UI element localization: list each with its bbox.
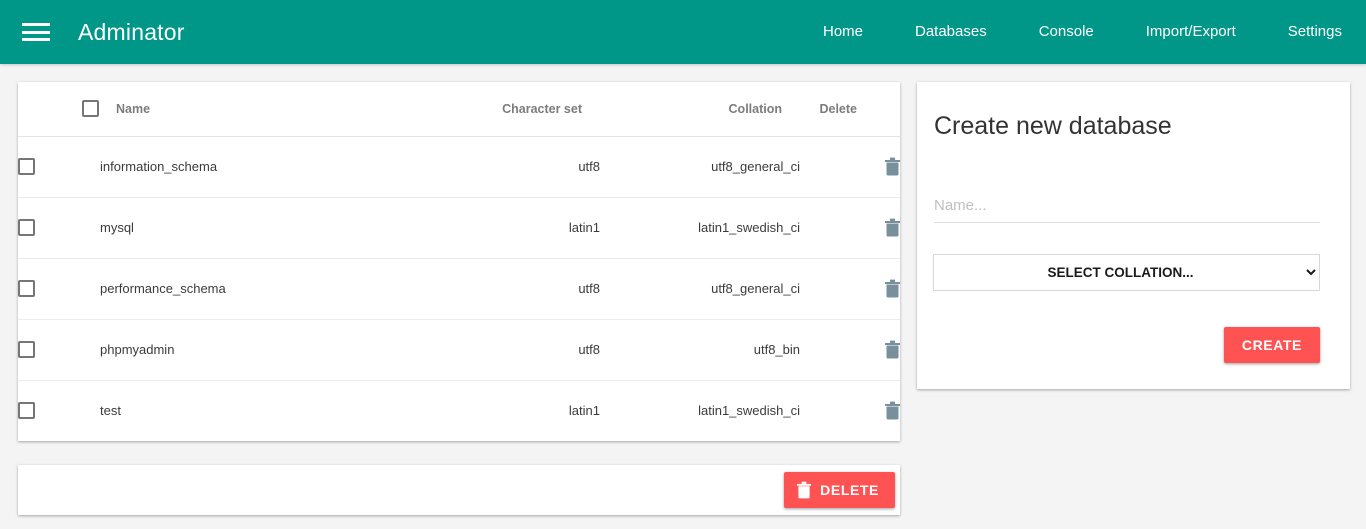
cell-collation: utf8_general_ci [600,136,800,198]
hamburger-bar [22,30,50,34]
cell-database-name: phpmyadmin [100,319,400,381]
cell-delete [800,380,900,441]
column-header-charset: Character set [400,82,600,137]
row-select-cell [18,380,100,441]
row-checkbox[interactable] [18,341,35,359]
row-checkbox[interactable] [18,402,35,420]
table-header-row: Name Character set Collation Delete [18,82,900,137]
hamburger-menu-icon[interactable] [22,21,50,43]
cell-delete [800,258,900,320]
cell-charset: utf8 [400,258,600,320]
nav-item-import-export[interactable]: Import/Export [1120,0,1262,64]
main-navigation: Home Databases Console Import/Export Set… [797,0,1342,64]
select-all-checkbox[interactable] [82,100,99,118]
row-select-cell [18,258,100,320]
cell-delete [800,136,900,198]
cell-collation: latin1_swedish_ci [600,197,800,259]
table-row: performance_schema utf8 utf8_general_ci [18,258,900,320]
row-checkbox[interactable] [18,158,35,176]
app-title: Adminator [78,18,185,45]
nav-item-console[interactable]: Console [1013,0,1120,64]
hamburger-bar [22,38,50,41]
row-checkbox[interactable] [18,280,35,298]
row-select-cell [18,197,100,259]
table-body: information_schema utf8 utf8_general_ci [18,136,900,441]
row-select-cell [18,319,100,381]
table-row: phpmyadmin utf8 utf8_bin [18,319,900,381]
cell-database-name: mysql [100,197,400,259]
table-row: mysql latin1 latin1_swedish_ci [18,197,900,259]
column-header-name: Name [100,82,400,137]
hamburger-bar [22,23,50,26]
page-content: Name Character set Collation Delete info… [0,64,1366,441]
trash-icon[interactable] [885,340,900,359]
bulk-delete-label: DELETE [820,482,879,498]
column-header-collation: Collation [600,82,800,137]
column-header-delete: Delete [800,82,900,137]
cell-database-name: test [100,403,121,419]
cell-collation: utf8_bin [600,319,800,381]
table-header: Name Character set Collation Delete [18,82,900,137]
app-header: Adminator Home Databases Console Import/… [0,0,1366,64]
trash-icon [797,481,812,499]
bulk-delete-button[interactable]: DELETE [784,472,895,508]
create-database-card: Create new database SELECT COLLATION... … [917,82,1350,389]
cell-charset: latin1 [400,197,600,259]
nav-item-home[interactable]: Home [797,0,889,64]
cell-delete [800,319,900,381]
table-row: information_schema utf8 utf8_general_ci [18,136,900,198]
cell-charset: utf8 [400,136,600,198]
trash-icon[interactable] [885,279,900,298]
row-select-cell [18,136,100,198]
collation-field: SELECT COLLATION... [933,254,1320,291]
cell-database-name: information_schema [100,136,400,198]
cell-charset: utf8 [400,319,600,381]
trash-icon[interactable] [885,218,900,237]
trash-icon[interactable] [885,401,900,420]
select-all-header [18,82,100,137]
bulk-actions-bar: DELETE [18,465,900,515]
nav-item-settings[interactable]: Settings [1262,0,1342,64]
trash-icon[interactable] [885,157,900,176]
databases-table-card: Name Character set Collation Delete info… [18,82,900,441]
databases-column: Name Character set Collation Delete info… [18,82,900,441]
create-actions: CREATE [933,327,1320,363]
create-button[interactable]: CREATE [1223,327,1320,363]
cell-collation: utf8_general_ci [600,258,800,320]
cell-collation: latin1_swedish_ci [698,403,800,419]
create-database-column: Create new database SELECT COLLATION... … [917,82,1350,389]
database-name-field [933,193,1320,223]
collation-select[interactable]: SELECT COLLATION... [933,254,1320,291]
create-database-title: Create new database [934,112,1172,140]
databases-table: Name Character set Collation Delete info… [18,82,900,441]
nav-item-databases[interactable]: Databases [889,0,1013,64]
row-checkbox[interactable] [18,219,35,237]
cell-charset: latin1 [568,403,600,419]
database-name-input[interactable] [934,193,1320,223]
cell-delete [800,197,900,259]
table-row: test latin1 latin1_swedish_ci [18,380,900,441]
cell-database-name: performance_schema [100,258,400,320]
